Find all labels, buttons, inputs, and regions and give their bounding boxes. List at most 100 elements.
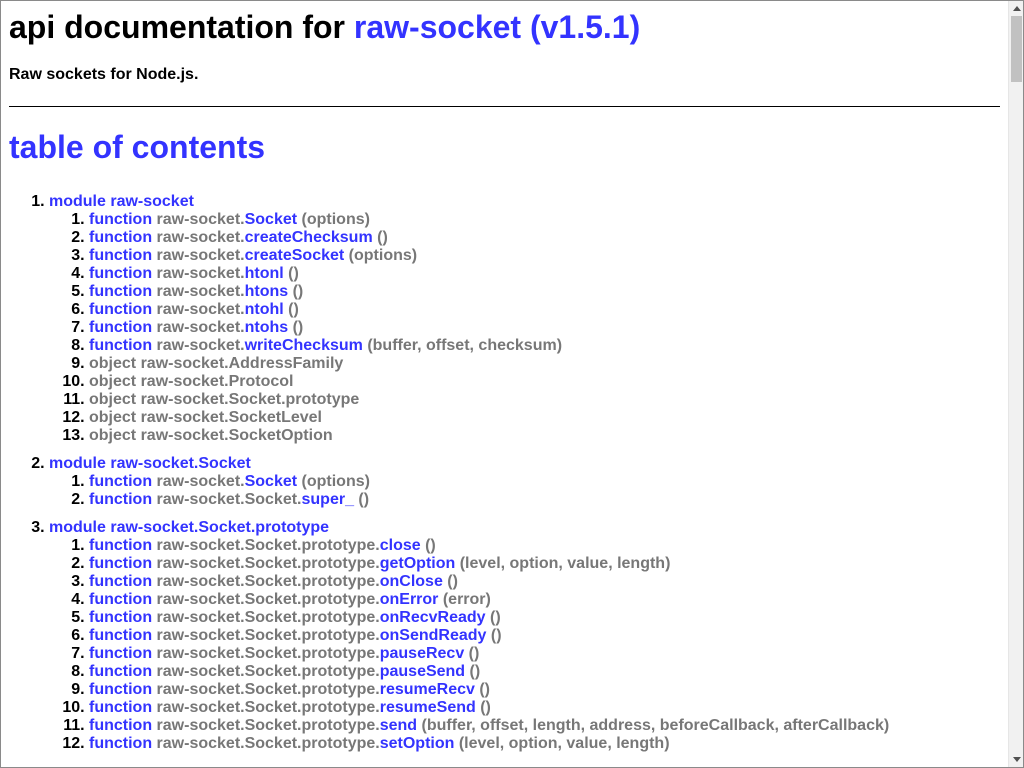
function-keyword: function (89, 319, 153, 336)
function-args: () (377, 229, 388, 246)
function-args: () (292, 283, 304, 300)
toc-object-link[interactable]: object raw-socket.AddressFamily (89, 355, 343, 372)
toc-function-link[interactable]: function raw-socket.Socket (options) (89, 211, 370, 228)
function-args: () (479, 681, 490, 698)
toc-function-link[interactable]: function raw-socket.Socket.prototype.sen… (89, 717, 889, 734)
toc-module-link[interactable]: module raw-socket.Socket.prototype (49, 519, 329, 536)
toc-function-link[interactable]: function raw-socket.createSocket (option… (89, 247, 417, 264)
toc-entry: function raw-socket.Socket.super_ () (89, 491, 1000, 509)
toc-entry: function raw-socket.Socket (options) (89, 211, 1000, 229)
toc-entry: object raw-socket.SocketLevel (89, 409, 1000, 427)
function-namespace: raw-socket.Socket.prototype. (156, 609, 380, 626)
toc-entry: function raw-socket.ntohs () (89, 319, 1000, 337)
function-namespace: raw-socket.Socket.prototype. (156, 537, 380, 554)
function-args: () (469, 663, 481, 680)
scroll-down-arrow-icon[interactable] (1009, 752, 1023, 767)
toc-function-link[interactable]: function raw-socket.Socket.prototype.onR… (89, 609, 501, 626)
toc-function-link[interactable]: function raw-socket.createChecksum () (89, 229, 388, 246)
toc-function-link[interactable]: function raw-socket.Socket.prototype.pau… (89, 645, 479, 662)
function-keyword: function (89, 699, 153, 716)
toc-object-link[interactable]: object raw-socket.Protocol (89, 373, 294, 390)
toc-entry: function raw-socket.Socket.prototype.pau… (89, 645, 1000, 663)
function-keyword: function (89, 627, 153, 644)
toc-entry: function raw-socket.Socket.prototype.onS… (89, 627, 1000, 645)
toc-entry: function raw-socket.Socket.prototype.pau… (89, 663, 1000, 681)
toc-object-link[interactable]: object raw-socket.Socket.prototype (89, 391, 359, 408)
toc-entry: object raw-socket.Socket.prototype (89, 391, 1000, 409)
toc-function-link[interactable]: function raw-socket.Socket.prototype.res… (89, 699, 491, 716)
vertical-scrollbar[interactable] (1008, 1, 1023, 767)
function-name: onRecvReady (379, 609, 486, 626)
toc-module-link[interactable]: module raw-socket (49, 193, 194, 210)
toc-object-link[interactable]: object raw-socket.SocketOption (89, 427, 333, 444)
browser-viewport: api documentation for raw-socket (v1.5.1… (0, 0, 1024, 768)
function-name: ntohl (244, 301, 284, 318)
toc-entry: function raw-socket.Socket.prototype.clo… (89, 537, 1000, 555)
function-name: pauseRecv (379, 645, 465, 662)
function-name: onSendReady (379, 627, 487, 644)
toc-function-link[interactable]: function raw-socket.ntohl () (89, 301, 299, 318)
function-namespace: raw-socket.Socket.prototype. (156, 555, 380, 572)
toc-function-link[interactable]: function raw-socket.Socket.super_ () (89, 491, 369, 508)
toc-function-link[interactable]: function raw-socket.ntohs () (89, 319, 303, 336)
toc-function-link[interactable]: function raw-socket.htonl () (89, 265, 299, 282)
function-name: writeChecksum (244, 337, 363, 354)
toc-entry: function raw-socket.Socket.prototype.onC… (89, 573, 1000, 591)
function-namespace: raw-socket.Socket.prototype. (156, 627, 380, 644)
toc-entry: function raw-socket.Socket.prototype.set… (89, 735, 1000, 753)
toc-function-link[interactable]: function raw-socket.writeChecksum (buffe… (89, 337, 562, 354)
function-keyword: function (89, 211, 153, 228)
package-description: Raw sockets for Node.js. (9, 66, 199, 83)
function-args: () (425, 537, 436, 554)
toc-entry: function raw-socket.Socket.prototype.onR… (89, 609, 1000, 627)
toc-function-link[interactable]: function raw-socket.Socket.prototype.set… (89, 735, 670, 752)
toc-heading[interactable]: table of contents (9, 128, 1000, 166)
toc-entry: object raw-socket.SocketOption (89, 427, 1000, 445)
toc-function-link[interactable]: function raw-socket.Socket.prototype.res… (89, 681, 490, 698)
toc-module-item: module raw-socketfunction raw-socket.Soc… (49, 193, 1000, 445)
function-namespace: raw-socket. (156, 265, 245, 282)
scrollbar-thumb[interactable] (1011, 16, 1022, 82)
toc-entry: function raw-socket.Socket (options) (89, 473, 1000, 491)
function-args: () (490, 609, 501, 626)
function-name: createChecksum (244, 229, 373, 246)
function-name: resumeRecv (379, 681, 475, 698)
toc-entry: function raw-socket.Socket.prototype.res… (89, 699, 1000, 717)
function-args: () (468, 645, 480, 662)
function-name: super_ (301, 491, 354, 508)
function-args: () (292, 319, 304, 336)
toc-object-link[interactable]: object raw-socket.SocketLevel (89, 409, 322, 426)
function-keyword: function (89, 337, 153, 354)
toc-entry: function raw-socket.Socket.prototype.sen… (89, 717, 1000, 735)
toc-function-link[interactable]: function raw-socket.Socket.prototype.onS… (89, 627, 502, 644)
function-args: (error) (442, 591, 491, 608)
function-namespace: raw-socket. (156, 319, 245, 336)
toc-function-link[interactable]: function raw-socket.Socket.prototype.onC… (89, 573, 458, 590)
function-keyword: function (89, 609, 153, 626)
function-keyword: function (89, 265, 153, 282)
toc-sublist: function raw-socket.Socket (options)func… (49, 211, 1000, 445)
toc-function-link[interactable]: function raw-socket.Socket.prototype.pau… (89, 663, 480, 680)
function-args: () (490, 627, 502, 644)
toc-entry: function raw-socket.createChecksum () (89, 229, 1000, 247)
function-keyword: function (89, 645, 153, 662)
scroll-up-arrow-icon[interactable] (1009, 1, 1023, 16)
toc-module-link[interactable]: module raw-socket.Socket (49, 455, 251, 472)
toc-function-link[interactable]: function raw-socket.Socket.prototype.get… (89, 555, 670, 572)
package-title-link[interactable]: raw-socket (v1.5.1) (354, 9, 640, 45)
toc-function-link[interactable]: function raw-socket.Socket.prototype.clo… (89, 537, 436, 554)
function-args: (options) (301, 211, 370, 228)
toc-entry: function raw-socket.Socket.prototype.res… (89, 681, 1000, 699)
toc-sublist: function raw-socket.Socket.prototype.clo… (49, 537, 1000, 753)
toc-function-link[interactable]: function raw-socket.Socket.prototype.onE… (89, 591, 491, 608)
function-args: (level, option, value, length) (459, 555, 671, 572)
toc-function-link[interactable]: function raw-socket.Socket (options) (89, 473, 370, 490)
page-content: api documentation for raw-socket (v1.5.1… (1, 1, 1008, 767)
toc-function-link[interactable]: function raw-socket.htons () (89, 283, 303, 300)
function-name: close (379, 537, 421, 554)
page-title-prefix: api documentation for (9, 9, 345, 45)
function-namespace: raw-socket.Socket.prototype. (156, 573, 380, 590)
toc-entry: function raw-socket.createSocket (option… (89, 247, 1000, 265)
function-args: (options) (301, 473, 370, 490)
function-name: htonl (244, 265, 284, 282)
